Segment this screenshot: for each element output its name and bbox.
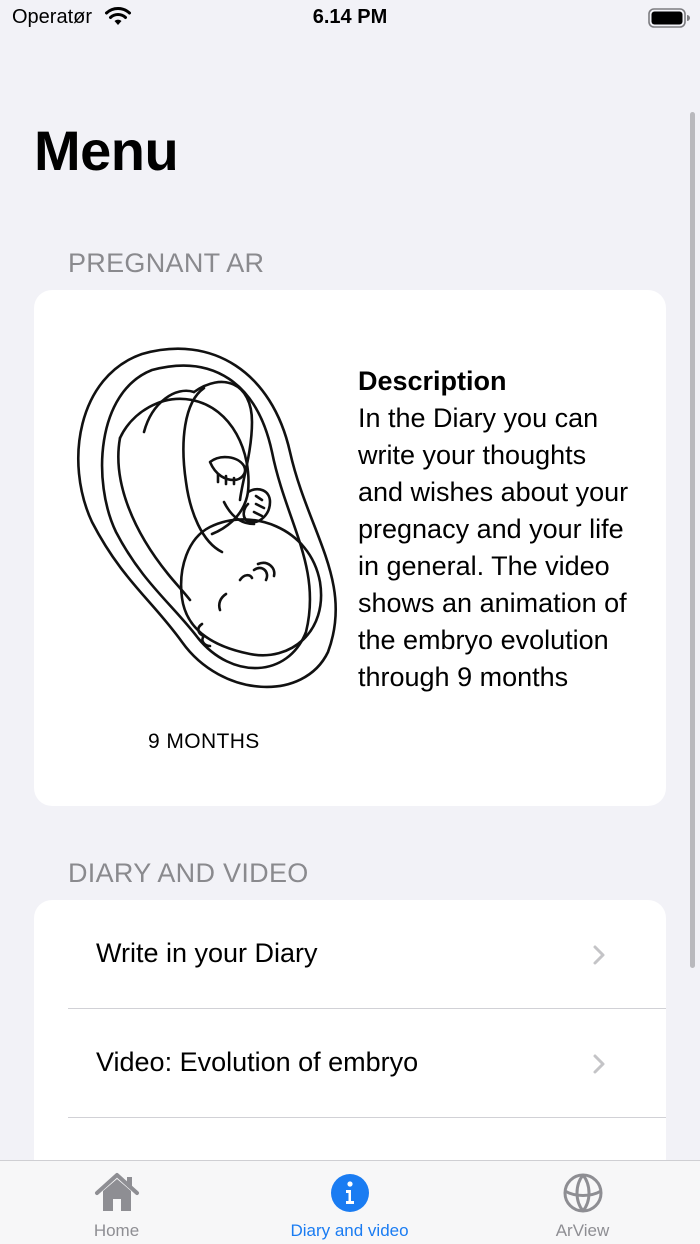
- status-time: 6.14 PM: [312, 6, 388, 28]
- fetus-illustration: [72, 342, 340, 697]
- house-icon: [0, 1171, 233, 1215]
- pregnant-ar-card: 9 MONTHS Description In the Diary you ca…: [34, 290, 666, 806]
- chevron-right-icon: [592, 944, 606, 971]
- section-header-diary-video: DIARY AND VIDEO: [68, 858, 309, 888]
- tab-label: ArView: [555, 1221, 610, 1240]
- scroll-indicator[interactable]: [690, 112, 695, 968]
- battery-icon: [648, 8, 690, 33]
- list-item-label: Video: Evolution of embryo: [96, 1047, 419, 1077]
- tab-home[interactable]: Home: [0, 1161, 233, 1244]
- tab-diary-and-video[interactable]: Diary and video: [233, 1161, 466, 1244]
- list-item-video-evolution[interactable]: Video: Evolution of embryo: [34, 1009, 666, 1117]
- tab-bar: Home Diary and video ArView: [0, 1160, 700, 1244]
- tab-label: Diary and video: [290, 1221, 409, 1240]
- description-text: In the Diary you can write your thoughts…: [358, 403, 629, 692]
- list-item-label: Write in your Diary: [96, 938, 318, 968]
- list-item-write-diary[interactable]: Write in your Diary: [34, 900, 666, 1008]
- info-circle-icon: [233, 1171, 466, 1215]
- tab-arview[interactable]: ArView: [466, 1161, 699, 1244]
- description-title: Description: [358, 366, 507, 396]
- page-title: Menu: [34, 119, 179, 182]
- illustration-caption: 9 MONTHS: [148, 730, 260, 753]
- globe-icon: [466, 1171, 699, 1215]
- chevron-right-icon: [592, 1053, 606, 1080]
- tab-label: Home: [93, 1221, 140, 1240]
- status-bar: Operatør 6.14 PM: [0, 0, 700, 40]
- section-header-pregnant-ar: PREGNANT AR: [68, 248, 265, 278]
